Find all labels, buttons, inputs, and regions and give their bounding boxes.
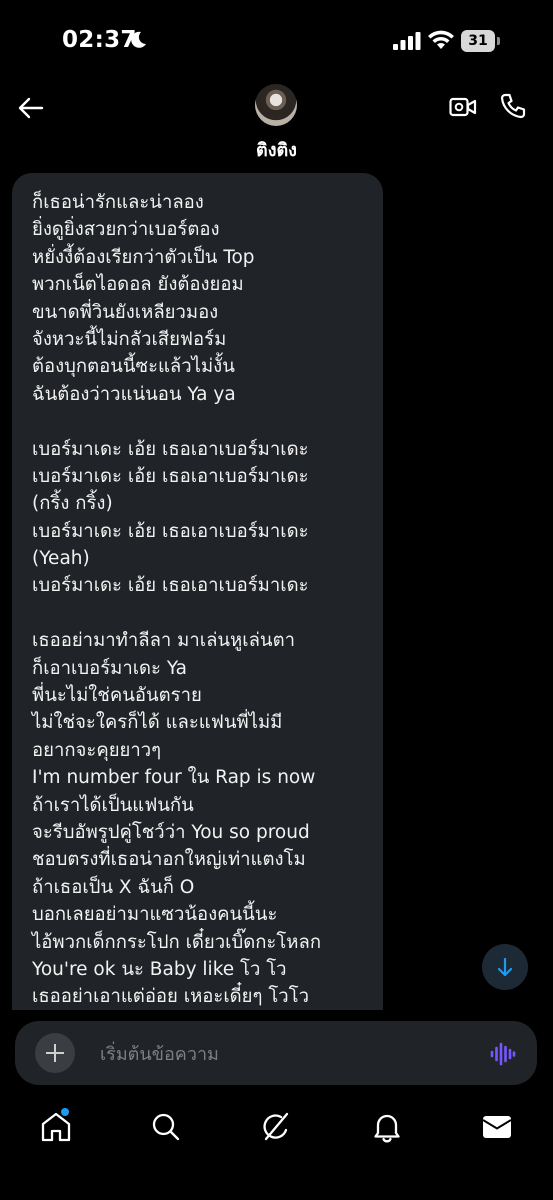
contact-name[interactable]: ติงติง [0, 135, 553, 164]
message-line: ขนาดพี่วินยังเหลียวมอง [32, 301, 219, 323]
conversation-header: ติงติง [0, 80, 553, 170]
envelope-icon [482, 1116, 512, 1138]
message-line: ไอ้พวกเด็กกระโปก เดี๋ยวเบิ๊ดกะโหลก [32, 931, 322, 953]
message-line: ต้องบุกตอนนี้ซะแล้วไม่งั้น [32, 356, 235, 378]
message-input[interactable] [98, 1037, 482, 1071]
grok-icon [263, 1112, 289, 1141]
home-tab[interactable] [39, 1108, 73, 1144]
message-composer [15, 1021, 537, 1085]
voice-message-icon[interactable] [490, 1042, 516, 1066]
do-not-disturb-moon-icon [131, 31, 146, 48]
message-line: หยั่งงี้ต้องเรียกว่าตัวเป็น Top [32, 246, 255, 268]
message-line: ถ้าเราได้เป็นแฟนกัน [32, 794, 194, 816]
message-line: บอกเลยอย่ามาแซวน้องคนนี้นะ [32, 904, 278, 926]
battery-level: 31 [461, 30, 495, 52]
composer-area [0, 1010, 553, 1096]
message-line: เบอร์มาเดะ เอ้ย เธอเอาเบอร์มาเดะ [32, 520, 309, 542]
message-line: (กริ้ง กริ้ง) [32, 493, 113, 515]
received-message-bubble[interactable]: ก็เธอน่ารักและน่าลองยิ่งดูยิ่งสวยกว่าเบอ… [12, 173, 383, 1073]
video-call-icon[interactable] [449, 94, 477, 120]
arrow-down-icon [497, 957, 513, 977]
message-line: พวกเน็ตไอดอล ยังต้องยอม [32, 274, 244, 296]
status-time: 02:37 [62, 27, 137, 53]
message-line: จังหวะนี้ไม่กลัวเสียฟอร์ม [32, 328, 227, 350]
message-line: อยากจะคุยยาวๆ [32, 739, 162, 761]
scroll-to-bottom-button[interactable] [482, 944, 528, 990]
battery-tip [497, 37, 500, 45]
search-tab[interactable] [149, 1110, 183, 1144]
message-line: ก็เธอน่ารักและน่าลอง [32, 192, 204, 213]
message-line: พี่นะไม่ใช่คนอันตราย [32, 685, 202, 707]
message-line: ฉันต้องว่าวแน่นอน Ya ya [32, 383, 236, 405]
search-icon [152, 1113, 180, 1141]
message-line: เบอร์มาเดะ เอ้ย เธอเอาเบอร์มาเดะ [32, 438, 309, 460]
phone-call-icon[interactable] [499, 92, 527, 120]
message-line: เบอร์มาเดะ เอ้ย เธอเอาเบอร์มาเดะ [32, 465, 309, 487]
wifi-icon [428, 30, 454, 49]
message-line: ไม่ใช่จะใครก็ได้ และแฟนพี่ไม่มี [32, 712, 283, 734]
battery-icon: 31 [461, 30, 501, 52]
message-line: ยิ่งดูยิ่งสวยกว่าเบอร์ตอง [32, 219, 220, 241]
contact-avatar[interactable] [255, 84, 297, 126]
bell-icon [374, 1114, 400, 1143]
message-line: เธออย่าเอาแต่อ่อย เหอะเดี๋ยๆ โวโว [32, 986, 309, 1008]
home-icon [41, 1112, 71, 1142]
unread-dot [61, 1108, 69, 1116]
message-line: เธออย่ามาทำลีลา มาเล่นหูเล่นตา [32, 630, 295, 652]
message-line: ถ้าเธอเป็น X ฉันก็ O [32, 876, 195, 898]
bottom-tab-bar [0, 1096, 553, 1200]
back-arrow-icon[interactable] [17, 94, 45, 122]
message-line: I'm number four ใน Rap is now [32, 767, 316, 789]
message-line: You're ok นะ Baby like โว โว [32, 958, 287, 980]
messages-tab[interactable] [480, 1110, 514, 1144]
message-line: ชอบตรงที่เธอน่าอกใหญ่เท่าแตงโม [32, 849, 306, 871]
grok-tab[interactable] [259, 1110, 293, 1144]
cellular-signal-icon [393, 32, 421, 50]
message-line: เบอร์มาเดะ เอ้ย เธอเอาเบอร์มาเดะ [32, 575, 309, 597]
message-line: ก็เอาเบอร์มาเดะ Ya [32, 657, 187, 679]
add-media-button[interactable] [35, 1033, 75, 1073]
status-bar: 02:37 31 [0, 0, 553, 80]
message-line: จะรีบอัพรูปคู่โชว์ว่า You so proud [32, 821, 310, 843]
notifications-tab[interactable] [370, 1110, 404, 1144]
message-line: (Yeah) [32, 548, 90, 570]
